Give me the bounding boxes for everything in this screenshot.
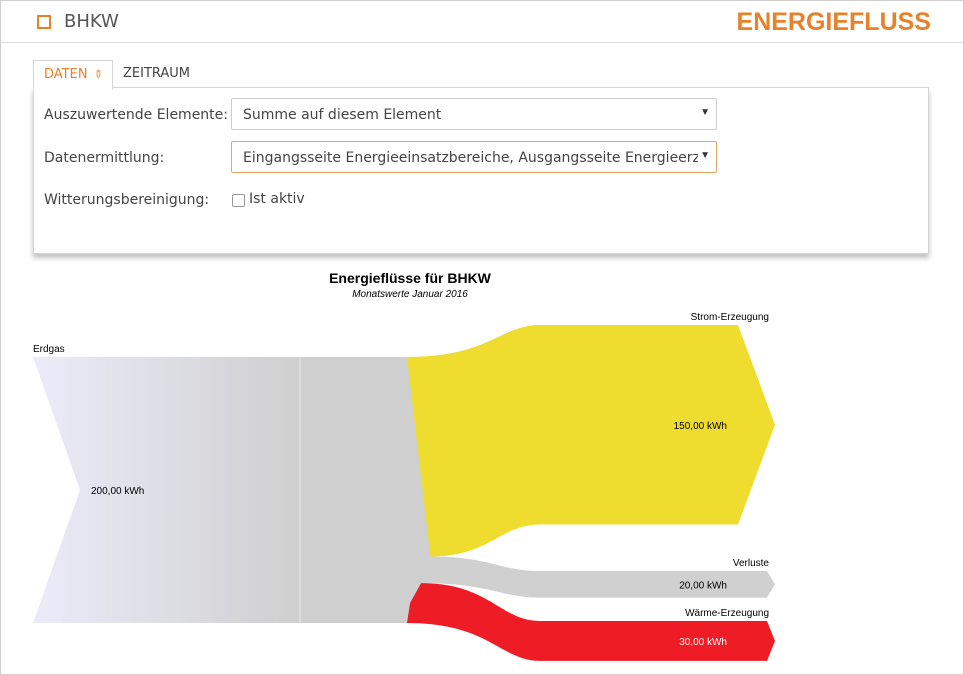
elements-label: Auszuwertende Elemente: <box>44 107 229 123</box>
sankey-chart: Energieflüsse für BHKW Monatswerte Janua… <box>33 270 775 661</box>
header-bar: BHKW ENERGIEFLUSS <box>1 1 963 43</box>
sankey-marks: Erdgas 200,00 kWh Strom-Erzeugung 150,00 kW… <box>33 312 775 661</box>
elements-select-value: Summe auf diesem Element <box>243 107 442 123</box>
erdgas-flow <box>33 357 300 623</box>
chart-title: Energieflüsse für BHKW <box>329 270 492 286</box>
tab-daten[interactable]: DATEN ✎ <box>33 60 113 90</box>
ermittlung-label: Datenermittlung: <box>44 150 165 166</box>
flow-verluste <box>421 556 775 598</box>
elements-select[interactable]: Summe auf diesem Element ▼ <box>231 98 717 130</box>
chart-subtitle: Monatswerte Januar 2016 <box>352 289 468 300</box>
ermittlung-select[interactable]: Eingangsseite Energieeinsatzbereiche, Au… <box>231 141 717 173</box>
target-value-label-2: 30,00 kWh <box>679 637 727 648</box>
flow-strom-erzeugung <box>407 325 775 557</box>
witterung-checkbox[interactable] <box>232 194 245 207</box>
ermittlung-select-value: Eingangsseite Energieeinsatzbereiche, Au… <box>243 150 698 166</box>
target-label-1: Verluste <box>733 558 770 569</box>
witterung-checkbox-label[interactable]: Ist aktiv <box>249 191 305 207</box>
target-label-0: Strom-Erzeugung <box>691 312 769 323</box>
witterung-label: Witterungsbereinigung: <box>44 192 210 208</box>
tab-zeitraum[interactable]: ZEITRAUM <box>113 60 203 88</box>
page-title: BHKW <box>64 11 119 32</box>
target-label-2: Wärme-Erzeugung <box>685 608 769 619</box>
erdgas-label: Erdgas <box>33 344 65 355</box>
erdgas-value-label: 200,00 kWh <box>91 486 144 497</box>
target-value-label-1: 20,00 kWh <box>679 580 727 591</box>
tab-zeitraum-label: ZEITRAUM <box>123 66 191 81</box>
square-icon <box>37 15 51 29</box>
dropdown-arrow-icon: ▼ <box>700 107 710 118</box>
tab-daten-label: DATEN <box>44 67 88 82</box>
settings-panel: Auszuwertende Elemente: Summe auf diesem… <box>33 87 929 254</box>
target-value-label-0: 150,00 kWh <box>674 421 727 432</box>
brand-title: ENERGIEFLUSS <box>736 8 931 36</box>
dropdown-arrow-icon: ▼ <box>700 150 710 161</box>
